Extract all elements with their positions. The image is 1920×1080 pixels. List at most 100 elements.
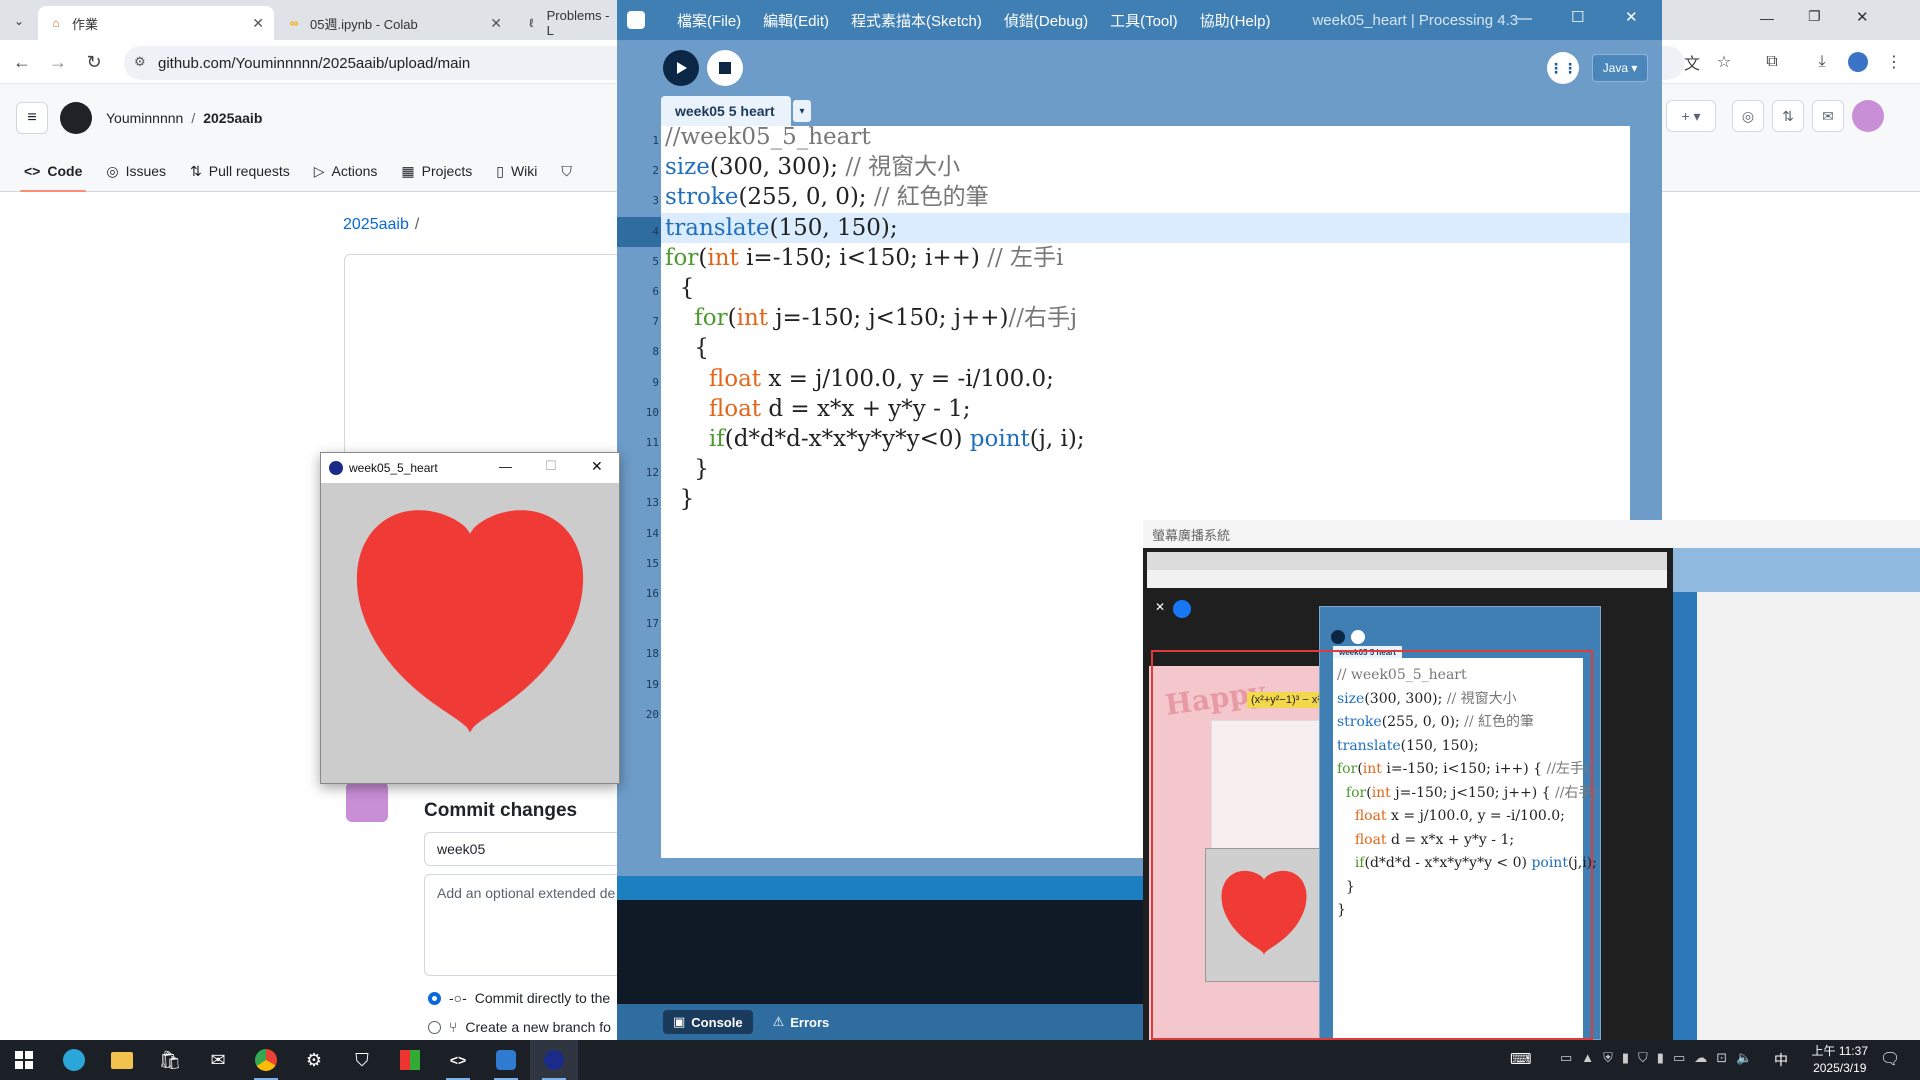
commit-message-value: week05 bbox=[437, 841, 486, 857]
clock[interactable]: 上午 11:37 2025/3/19 bbox=[1812, 1043, 1868, 1077]
back-button[interactable]: ← bbox=[10, 50, 34, 74]
table-icon: ▦ bbox=[401, 162, 415, 179]
inbox-icon[interactable]: ✉ bbox=[1812, 100, 1844, 132]
chrome-menu-icon[interactable]: ⋮ bbox=[1882, 50, 1906, 74]
notification-icon[interactable]: 🗨 bbox=[1880, 1049, 1900, 1069]
menu-debug[interactable]: 偵錯(Debug) bbox=[1004, 10, 1088, 31]
store-icon[interactable]: 🛍 bbox=[146, 1040, 194, 1080]
issues-icon[interactable]: ◎ bbox=[1732, 100, 1764, 132]
hamburger-menu-button[interactable]: ≡ bbox=[16, 102, 48, 134]
reload-button[interactable]: ↻ bbox=[82, 50, 106, 74]
forward-button[interactable]: → bbox=[46, 50, 70, 74]
minimize-button[interactable]: — bbox=[1517, 10, 1532, 27]
tab-pull-requests[interactable]: ⇅ Pull requests bbox=[178, 150, 302, 192]
line-number: 11 bbox=[645, 436, 659, 449]
sketch-tab[interactable]: week05 5 heart bbox=[661, 96, 791, 126]
menu-edit[interactable]: 編輯(Edit) bbox=[763, 10, 829, 31]
close-tab-icon[interactable]: ✕ bbox=[252, 15, 264, 32]
translate-icon[interactable]: 文 bbox=[1680, 50, 1704, 74]
code-line[interactable]: } bbox=[661, 484, 1630, 514]
code-line[interactable]: translate(150, 150); bbox=[661, 212, 1630, 243]
code-line[interactable]: } bbox=[661, 454, 1630, 484]
menu-tool[interactable]: 工具(Tool) bbox=[1110, 10, 1178, 31]
line-number: 19 bbox=[645, 677, 659, 691]
console-tab[interactable]: ▣ Console bbox=[663, 1010, 753, 1034]
office-icon[interactable] bbox=[386, 1040, 434, 1080]
code-line[interactable]: size(300, 300); // 視窗大小 bbox=[661, 152, 1630, 182]
tab-projects[interactable]: ▦ Projects bbox=[389, 150, 484, 192]
stop-button[interactable] bbox=[707, 50, 743, 86]
window-minimize-button[interactable]: — bbox=[1760, 10, 1774, 26]
browser-tab-homework[interactable]: ⌂ 作業 ✕ bbox=[38, 6, 274, 40]
cast-browser-url bbox=[1147, 570, 1667, 588]
site-info-icon[interactable]: ⚙ bbox=[134, 54, 146, 70]
file-explorer-icon[interactable] bbox=[98, 1040, 146, 1080]
tab-issues[interactable]: ◎ Issues bbox=[94, 150, 178, 192]
code-line[interactable]: { bbox=[661, 273, 1630, 303]
code-line[interactable]: float d = x*x + y*y - 1; bbox=[661, 394, 1630, 424]
line-number: 2 bbox=[652, 164, 659, 178]
chrome-icon[interactable] bbox=[242, 1040, 290, 1080]
browser-tab-problems[interactable]: ℓ Problems - L bbox=[514, 6, 624, 40]
github-logo-icon[interactable] bbox=[60, 102, 92, 134]
cast-code-line: if(d*d*d - x*x*y*y*y < 0) point(j,i); bbox=[1354, 855, 1597, 871]
breadcrumb-repo-link[interactable]: 2025aaib bbox=[343, 216, 409, 234]
browser-tab-colab[interactable]: ∞ 05週.ipynb - Colab ✕ bbox=[276, 6, 512, 40]
close-tab-icon[interactable]: ✕ bbox=[490, 15, 502, 32]
close-button[interactable]: ✕ bbox=[1625, 8, 1638, 26]
extensions-icon[interactable]: ⧉ bbox=[1760, 50, 1784, 74]
errors-tab[interactable]: ⚠ Errors bbox=[763, 1010, 840, 1034]
line-number: 16 bbox=[645, 587, 659, 600]
settings-icon[interactable]: ⚙ bbox=[290, 1040, 338, 1080]
committer-avatar bbox=[346, 782, 388, 822]
tab-actions[interactable]: ▷ Actions bbox=[302, 150, 390, 192]
menu-help[interactable]: 協助(Help) bbox=[1200, 10, 1271, 31]
maximize-button[interactable]: ☐ bbox=[1571, 8, 1584, 26]
owner-link[interactable]: Youminnnnn bbox=[106, 110, 183, 126]
tab-search-button[interactable]: ⌄ bbox=[6, 8, 32, 34]
start-button[interactable] bbox=[0, 1040, 48, 1080]
code-line[interactable]: stroke(255, 0, 0); // 紅色的筆 bbox=[661, 182, 1630, 212]
commit-direct-radio[interactable]: -○- Commit directly to the bbox=[428, 990, 610, 1006]
processing-app-icon[interactable] bbox=[482, 1040, 530, 1080]
code-line[interactable]: for(int j=-150; j<150; j++)//右手j bbox=[661, 303, 1630, 333]
edge-icon[interactable] bbox=[50, 1040, 98, 1080]
sketch-canvas bbox=[321, 483, 619, 783]
create-new-button[interactable]: + ▾ bbox=[1666, 100, 1716, 132]
code-line[interactable]: if(d*d*d-x*x*y*y*y<0) point(j, i); bbox=[661, 424, 1630, 454]
code-line[interactable]: //week05_5_heart bbox=[661, 126, 1630, 152]
ime-indicator[interactable]: 中 bbox=[1774, 1050, 1788, 1070]
pull-requests-icon[interactable]: ⇅ bbox=[1772, 100, 1804, 132]
profile-icon[interactable] bbox=[1846, 50, 1870, 74]
tab-security[interactable]: ⛉ bbox=[549, 150, 584, 192]
debug-button[interactable]: ⋮⋮ bbox=[1547, 52, 1579, 84]
tab-code[interactable]: <> Code bbox=[12, 150, 94, 192]
window-restore-button[interactable]: ❐ bbox=[1808, 8, 1821, 25]
security-icon[interactable]: ⛉ bbox=[338, 1040, 386, 1080]
window-close-button[interactable]: ✕ bbox=[1856, 8, 1869, 26]
code-app-icon[interactable]: <> bbox=[434, 1040, 482, 1080]
menu-sketch[interactable]: 程式素描本(Sketch) bbox=[851, 10, 982, 31]
repo-link[interactable]: 2025aaib bbox=[203, 110, 262, 126]
bookmark-star-icon[interactable]: ☆ bbox=[1712, 50, 1736, 74]
tray-icons[interactable]: ▭▲⛨▮⛉▮▭☁⊡🔈 bbox=[1560, 1050, 1761, 1066]
tab-wiki[interactable]: ▯ Wiki bbox=[484, 150, 549, 192]
tab-menu-button[interactable]: ▾ bbox=[793, 100, 811, 122]
minimize-button[interactable]: — bbox=[499, 459, 512, 474]
code-line[interactable]: for(int i=-150; i<150; i++) // 左手i bbox=[661, 243, 1630, 273]
menu-file[interactable]: 檔案(File) bbox=[677, 10, 741, 31]
maximize-button[interactable]: ☐ bbox=[545, 458, 557, 474]
close-button[interactable]: ✕ bbox=[591, 458, 603, 475]
warning-icon: ⚠ bbox=[772, 1014, 785, 1029]
commit-branch-radio[interactable]: ⑂ Create a new branch fo bbox=[428, 1019, 611, 1035]
download-icon[interactable]: ⤓ bbox=[1810, 50, 1834, 74]
code-line[interactable]: float x = j/100.0, y = -i/100.0; bbox=[661, 364, 1630, 394]
run-button[interactable] bbox=[663, 50, 699, 86]
code-line[interactable]: { bbox=[661, 333, 1630, 363]
sketch-app-icon[interactable] bbox=[530, 1040, 578, 1080]
touch-keyboard-icon[interactable]: ⌨ bbox=[1510, 1050, 1532, 1068]
user-avatar[interactable] bbox=[1852, 100, 1884, 132]
mail-icon[interactable]: ✉ bbox=[194, 1040, 242, 1080]
mode-selector[interactable]: Java ▾ bbox=[1592, 54, 1648, 82]
cast-desktop bbox=[1673, 548, 1920, 592]
